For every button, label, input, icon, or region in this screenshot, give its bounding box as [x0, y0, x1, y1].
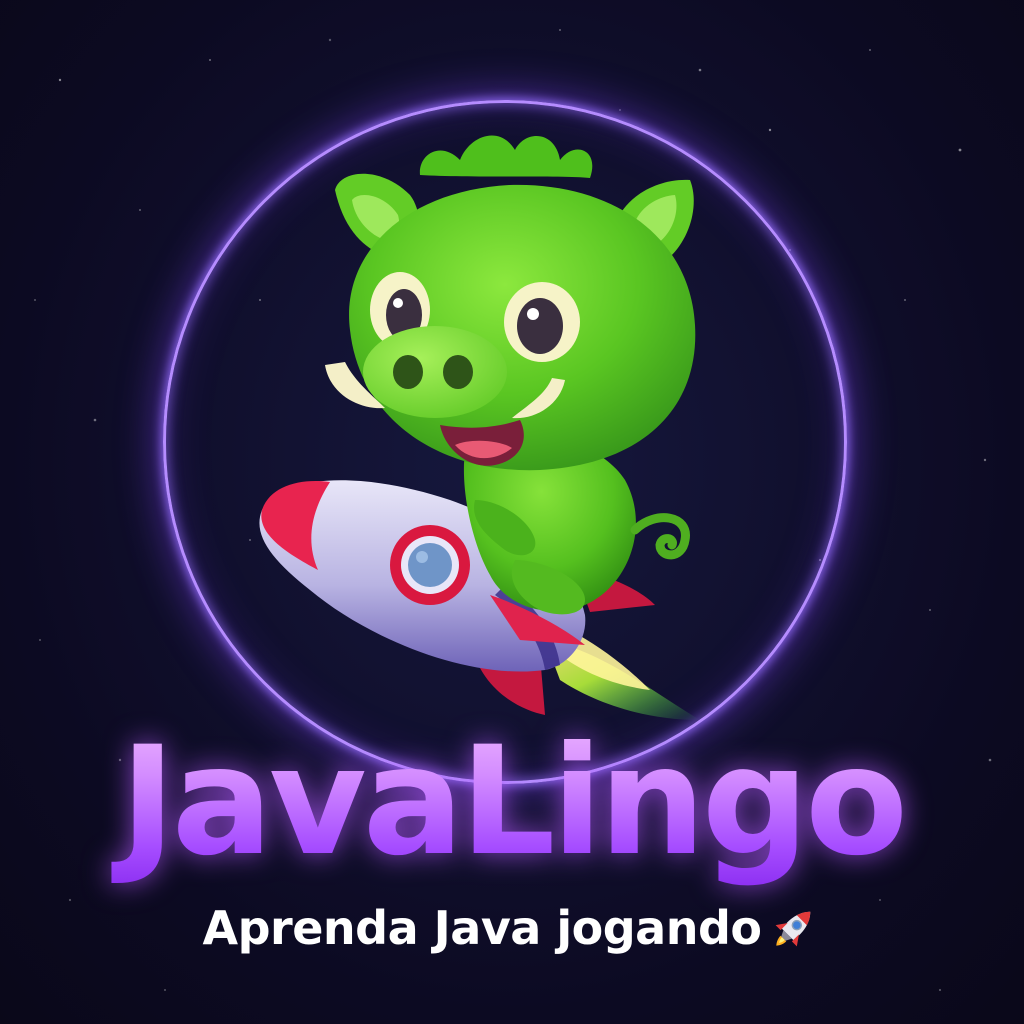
- tagline-text: Aprenda Java jogando: [202, 901, 762, 955]
- tagline: Aprenda Java jogando: [0, 896, 1024, 960]
- brand-wordmark: JavaLingo: [0, 712, 1024, 892]
- mascot-illustration: [259, 135, 700, 720]
- rocket-icon: [776, 911, 811, 947]
